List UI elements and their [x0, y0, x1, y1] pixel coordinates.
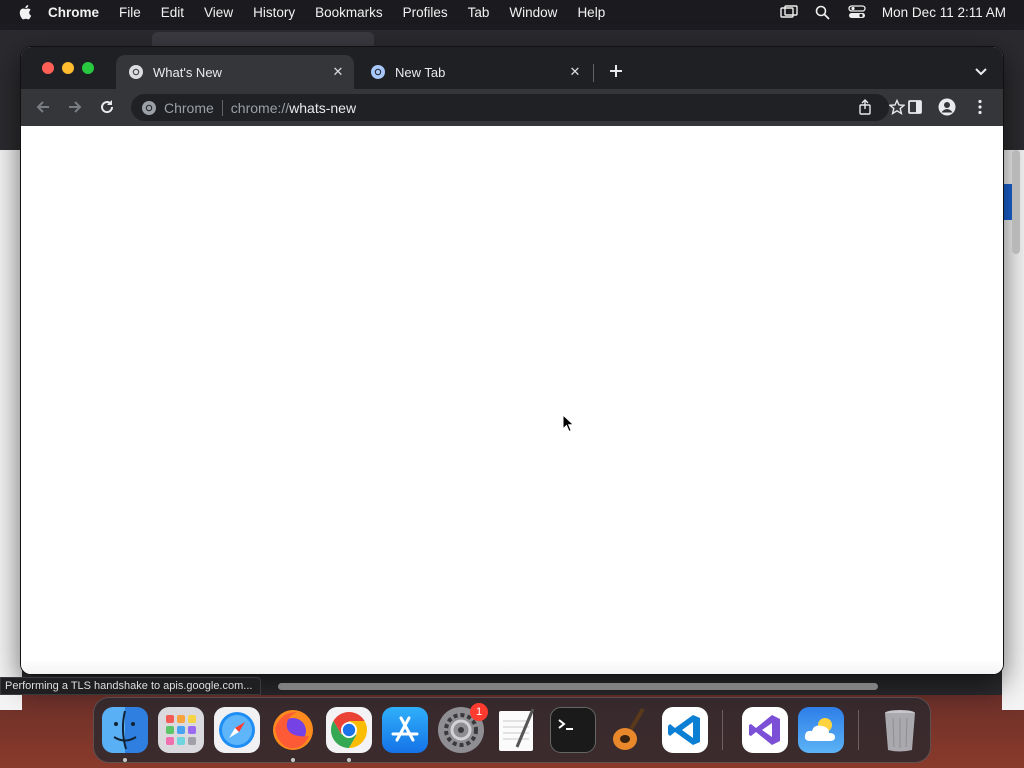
mouse-cursor-icon: [562, 414, 575, 433]
content-bottom-edge: [21, 660, 1003, 674]
apple-menu-icon[interactable]: [18, 4, 34, 20]
tab-search-chevron-icon[interactable]: [973, 63, 989, 79]
minimize-window-button[interactable]: [62, 62, 74, 74]
back-icon[interactable]: [34, 98, 52, 116]
menu-bookmarks[interactable]: Bookmarks: [315, 5, 383, 20]
chrome-favicon-icon: [371, 65, 385, 79]
menu-window[interactable]: Window: [509, 5, 557, 20]
dock-separator: [722, 710, 723, 750]
tab-strip: What's New ✕ New Tab ✕: [21, 47, 1003, 89]
new-tab-button[interactable]: [606, 61, 626, 81]
horizontal-scrollbar[interactable]: [278, 683, 878, 690]
tab-new-tab[interactable]: New Tab ✕: [358, 55, 591, 89]
menu-profiles[interactable]: Profiles: [403, 5, 448, 20]
menu-app-name[interactable]: Chrome: [48, 5, 99, 20]
chrome-icon[interactable]: [326, 707, 372, 753]
finder-icon[interactable]: [102, 707, 148, 753]
close-window-button[interactable]: [42, 62, 54, 74]
menubar-clock[interactable]: Mon Dec 11 2:11 AM: [882, 5, 1006, 20]
omnibox-divider: [221, 99, 223, 116]
terminal-icon[interactable]: [550, 707, 596, 753]
app-store-icon[interactable]: [382, 707, 428, 753]
url-scheme: chrome://: [230, 99, 290, 116]
status-text: Performing a TLS handshake to apis.googl…: [5, 680, 253, 692]
spotlight-search-icon[interactable]: [814, 4, 832, 20]
profile-avatar-icon[interactable]: [938, 98, 956, 116]
running-indicator: [123, 758, 127, 762]
weather-icon[interactable]: [798, 707, 844, 753]
notification-badge: 1: [470, 703, 488, 721]
bookmark-star-icon[interactable]: [889, 99, 905, 115]
dock: 1: [93, 697, 931, 763]
tab-title: What's New: [153, 64, 222, 80]
url-path: whats-new: [289, 99, 357, 116]
menu-bar: Chrome File Edit View History Bookmarks …: [0, 0, 1024, 24]
chrome-favicon-icon: [129, 65, 143, 79]
dock-separator: [858, 710, 859, 750]
menubar-status-area: Mon Dec 11 2:11 AM: [764, 0, 1006, 24]
menu-history[interactable]: History: [253, 5, 295, 20]
background-window-left-edge: [0, 150, 22, 710]
menu-file[interactable]: File: [119, 5, 141, 20]
forward-icon[interactable]: [66, 98, 84, 116]
share-icon[interactable]: [857, 99, 873, 115]
zoom-window-button[interactable]: [82, 62, 94, 74]
running-indicator: [291, 758, 295, 762]
side-panel-icon[interactable]: [906, 98, 924, 116]
running-indicator: [347, 758, 351, 762]
textedit-icon[interactable]: [494, 707, 540, 753]
visual-studio-icon[interactable]: [742, 707, 788, 753]
vscode-icon[interactable]: [662, 707, 708, 753]
close-tab-icon[interactable]: ✕: [330, 64, 346, 80]
background-window-scrollbar[interactable]: [1012, 150, 1020, 254]
browser-toolbar: Chrome chrome://whats-new: [21, 89, 1003, 126]
trash-icon[interactable]: [877, 707, 923, 753]
plus-icon: [610, 65, 622, 77]
tab-separator: [593, 64, 594, 82]
firefox-icon[interactable]: [270, 707, 316, 753]
launchpad-icon[interactable]: [158, 707, 204, 753]
tab-title: New Tab: [395, 64, 446, 80]
status-bubble: Performing a TLS handshake to apis.googl…: [0, 677, 262, 695]
reload-icon[interactable]: [98, 98, 116, 116]
tab-whats-new[interactable]: What's New ✕: [116, 55, 354, 89]
safari-icon[interactable]: [214, 707, 260, 753]
screen-mirroring-icon[interactable]: [780, 4, 798, 20]
menu-tab[interactable]: Tab: [468, 5, 490, 20]
page-content[interactable]: [21, 126, 1003, 674]
chrome-site-icon[interactable]: [141, 100, 157, 116]
chrome-menu-icon[interactable]: [971, 98, 989, 116]
control-center-icon[interactable]: [848, 4, 866, 20]
garageband-icon[interactable]: [606, 707, 652, 753]
close-tab-icon[interactable]: ✕: [567, 64, 583, 80]
menu-edit[interactable]: Edit: [161, 5, 184, 20]
chrome-window: What's New ✕ New Tab ✕ Chrome chrome://w…: [21, 47, 1003, 674]
menu-help[interactable]: Help: [577, 5, 605, 20]
origin-chip: Chrome: [164, 99, 214, 116]
menu-view[interactable]: View: [204, 5, 233, 20]
address-bar[interactable]: Chrome chrome://whats-new: [131, 94, 905, 121]
